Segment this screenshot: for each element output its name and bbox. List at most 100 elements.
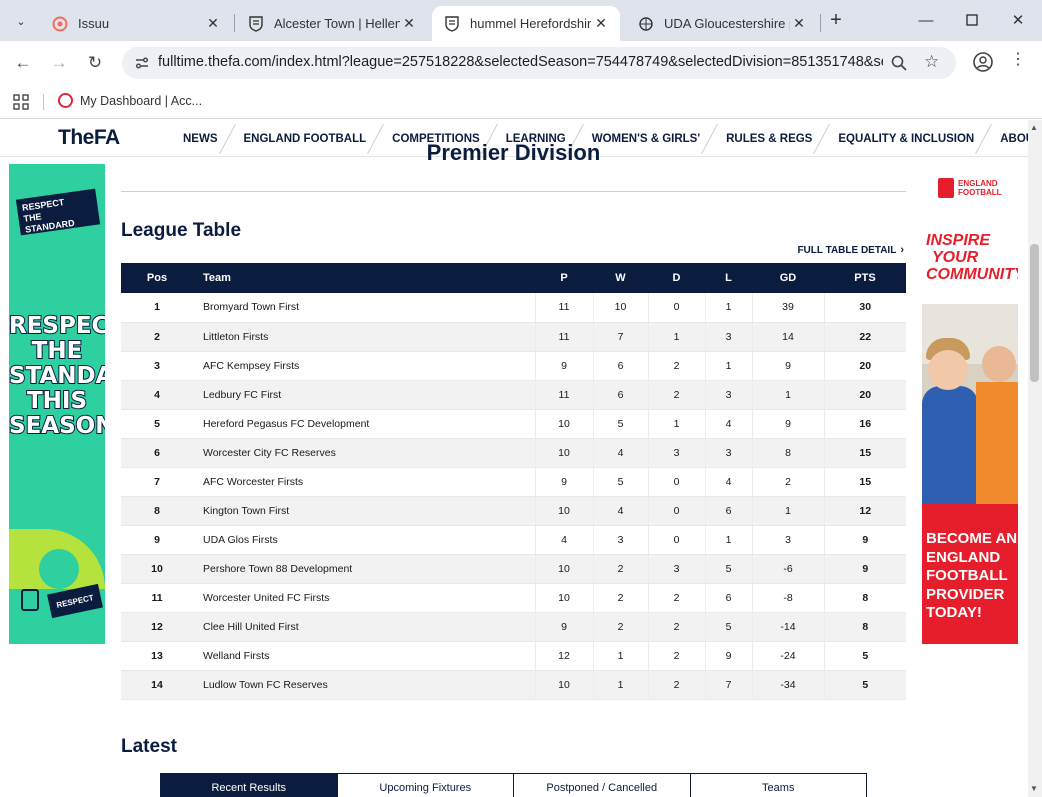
browser-toolbar: ← → ↻ fulltime.thefa.com/index.html?leag… bbox=[0, 41, 1042, 85]
played-cell: 10 bbox=[534, 438, 593, 468]
played-cell: 9 bbox=[534, 612, 593, 642]
cta-line: FOOTBALL bbox=[926, 567, 1008, 584]
forward-arrow-icon[interactable]: → bbox=[47, 51, 71, 75]
photo-child-face bbox=[928, 350, 968, 390]
team-cell[interactable]: Pershore Town 88 Development bbox=[193, 554, 535, 584]
table-row[interactable]: 8 Kington Town First 10 4 0 6 1 12 bbox=[121, 496, 906, 526]
col-header-points[interactable]: PTS bbox=[824, 263, 906, 293]
table-row[interactable]: 3 AFC Kempsey Firsts 9 6 2 1 9 20 bbox=[121, 351, 906, 381]
fa-logo[interactable]: TheFA bbox=[58, 126, 120, 150]
zoom-magnifier-icon[interactable] bbox=[890, 54, 908, 72]
table-row[interactable]: 12 Clee Hill United First 9 2 2 5 -14 8 bbox=[121, 612, 906, 642]
col-header-lost[interactable]: L bbox=[705, 263, 752, 293]
bookmark-star-icon[interactable]: ☆ bbox=[924, 52, 939, 72]
team-cell[interactable]: Clee Hill United First bbox=[193, 612, 535, 642]
england-football-provider-ad[interactable]: ENGLAND FOOTBALL INSPIRE YOUR COMMUNITY … bbox=[922, 164, 1018, 644]
minimize-icon[interactable]: — bbox=[914, 8, 938, 32]
scroll-down-arrow-icon[interactable]: ▼ bbox=[1030, 784, 1038, 793]
bookmark-my-dashboard[interactable]: My Dashboard | Acc... bbox=[58, 93, 202, 108]
col-header-played[interactable]: P bbox=[535, 263, 593, 293]
tab-close-icon[interactable]: ✕ bbox=[592, 15, 610, 32]
drawn-cell: 2 bbox=[647, 351, 705, 381]
browser-tab-uda[interactable]: UDA Gloucestershire pr ✕ bbox=[626, 6, 818, 41]
team-cell[interactable]: Worcester United FC Firsts bbox=[193, 583, 535, 613]
pos-cell: 1 bbox=[121, 293, 193, 323]
browser-menu-kebab-icon[interactable]: ⋮ bbox=[1010, 49, 1026, 69]
won-cell: 1 bbox=[592, 641, 648, 671]
table-row[interactable]: 4 Ledbury FC First 11 6 2 3 1 20 bbox=[121, 380, 906, 410]
team-cell[interactable]: Worcester City FC Reserves bbox=[193, 438, 535, 468]
team-cell[interactable]: Kington Town First bbox=[193, 496, 535, 526]
table-row[interactable]: 2 Littleton Firsts 11 7 1 3 14 22 bbox=[121, 322, 906, 352]
tab-search-chevron-icon[interactable]: ⌄ bbox=[8, 8, 34, 34]
browser-tab-hummel-active[interactable]: hummel Herefordshire ✕ bbox=[432, 6, 620, 41]
profile-avatar-icon[interactable] bbox=[972, 51, 994, 73]
table-row[interactable]: 5 Hereford Pegasus FC Development 10 5 1 4 9 16 bbox=[121, 409, 906, 439]
apps-grid-icon[interactable] bbox=[13, 94, 29, 110]
table-row[interactable]: 13 Welland Firsts 12 1 2 9 -24 5 bbox=[121, 641, 906, 671]
col-header-won[interactable]: W bbox=[593, 263, 648, 293]
team-cell[interactable]: Ludlow Town FC Reserves bbox=[193, 670, 535, 700]
tab-separator bbox=[234, 14, 235, 32]
address-bar[interactable]: fulltime.thefa.com/index.html?league=257… bbox=[122, 47, 956, 79]
played-cell: 11 bbox=[534, 380, 593, 410]
team-cell[interactable]: UDA Glos Firsts bbox=[193, 525, 535, 555]
new-tab-plus-icon[interactable]: + bbox=[826, 10, 846, 30]
col-header-drawn[interactable]: D bbox=[648, 263, 705, 293]
slogan-line: THIS bbox=[26, 388, 88, 415]
tab-recent-results[interactable]: Recent Results bbox=[161, 774, 337, 797]
pos-cell: 9 bbox=[121, 525, 193, 555]
played-cell: 4 bbox=[534, 525, 593, 555]
col-header-team[interactable]: Team bbox=[193, 263, 535, 293]
tab-title: UDA Gloucestershire pr bbox=[664, 16, 790, 31]
respect-the-standard-ad[interactable]: RESPECT THE STANDARD RESPECT THE STANDAR… bbox=[9, 164, 105, 644]
url-text[interactable]: fulltime.thefa.com/index.html?league=257… bbox=[158, 54, 883, 70]
cta-line: BECOME AN bbox=[926, 530, 1018, 547]
close-window-icon[interactable]: ✕ bbox=[1006, 8, 1030, 32]
table-row[interactable]: 11 Worcester United FC Firsts 10 2 2 6 -8 8 bbox=[121, 583, 906, 613]
full-table-detail-link[interactable]: FULL TABLE DETAIL › bbox=[797, 244, 904, 256]
tab-teams[interactable]: Teams bbox=[689, 774, 867, 797]
team-cell[interactable]: Littleton Firsts bbox=[193, 322, 535, 352]
tab-title: hummel Herefordshire bbox=[470, 16, 592, 31]
table-row[interactable]: 9 UDA Glos Firsts 4 3 0 1 3 9 bbox=[121, 525, 906, 555]
won-cell: 10 bbox=[592, 293, 648, 323]
page-scrollbar[interactable] bbox=[1028, 120, 1042, 797]
col-header-goal-difference[interactable]: GD bbox=[752, 263, 824, 293]
tab-close-icon[interactable]: ✕ bbox=[400, 15, 418, 32]
tab-upcoming-fixtures[interactable]: Upcoming Fixtures bbox=[336, 774, 514, 797]
browser-tab-issuu[interactable]: Issuu ✕ bbox=[40, 6, 232, 41]
table-row[interactable]: 1 Bromyard Town First 11 10 0 1 39 30 bbox=[121, 293, 906, 323]
divider bbox=[121, 191, 906, 192]
played-cell: 9 bbox=[534, 467, 593, 497]
team-cell[interactable]: Bromyard Town First bbox=[193, 293, 535, 323]
table-row[interactable]: 7 AFC Worcester Firsts 9 5 0 4 2 15 bbox=[121, 467, 906, 497]
reload-icon[interactable]: ↻ bbox=[83, 51, 107, 75]
played-cell: 10 bbox=[534, 670, 593, 700]
col-header-pos[interactable]: Pos bbox=[121, 263, 193, 293]
tab-close-icon[interactable]: ✕ bbox=[790, 15, 808, 32]
browser-tab-alcester[interactable]: Alcester Town | Hellenic ✕ bbox=[236, 6, 428, 41]
table-row[interactable]: 10 Pershore Town 88 Development 10 2 3 5 -6 9 bbox=[121, 554, 906, 584]
scroll-up-arrow-icon[interactable]: ▲ bbox=[1030, 123, 1038, 132]
pos-cell: 5 bbox=[121, 409, 193, 439]
back-arrow-icon[interactable]: ← bbox=[11, 51, 35, 75]
team-cell[interactable]: AFC Kempsey Firsts bbox=[193, 351, 535, 381]
team-cell[interactable]: Hereford Pegasus FC Development bbox=[193, 409, 535, 439]
tab-postponed-cancelled[interactable]: Postponed / Cancelled bbox=[513, 774, 690, 797]
points-cell: 30 bbox=[823, 293, 906, 323]
league-table: Pos Team P W D L GD PTS 1 Bromyard Town F… bbox=[121, 263, 906, 700]
table-row[interactable]: 14 Ludlow Town FC Reserves 10 1 2 7 -34 5 bbox=[121, 670, 906, 700]
table-row[interactable]: 6 Worcester City FC Reserves 10 4 3 3 8 15 bbox=[121, 438, 906, 468]
team-cell[interactable]: Welland Firsts bbox=[193, 641, 535, 671]
maximize-icon[interactable] bbox=[960, 8, 984, 32]
tab-close-icon[interactable]: ✕ bbox=[204, 15, 222, 32]
team-cell[interactable]: AFC Worcester Firsts bbox=[193, 467, 535, 497]
site-info-icon[interactable] bbox=[134, 55, 150, 71]
lost-cell: 6 bbox=[704, 496, 752, 526]
lost-cell: 5 bbox=[704, 554, 752, 584]
scrollbar-thumb[interactable] bbox=[1030, 244, 1039, 382]
played-cell: 10 bbox=[534, 496, 593, 526]
team-cell[interactable]: Ledbury FC First bbox=[193, 380, 535, 410]
headline-line: INSPIRE bbox=[926, 232, 991, 249]
